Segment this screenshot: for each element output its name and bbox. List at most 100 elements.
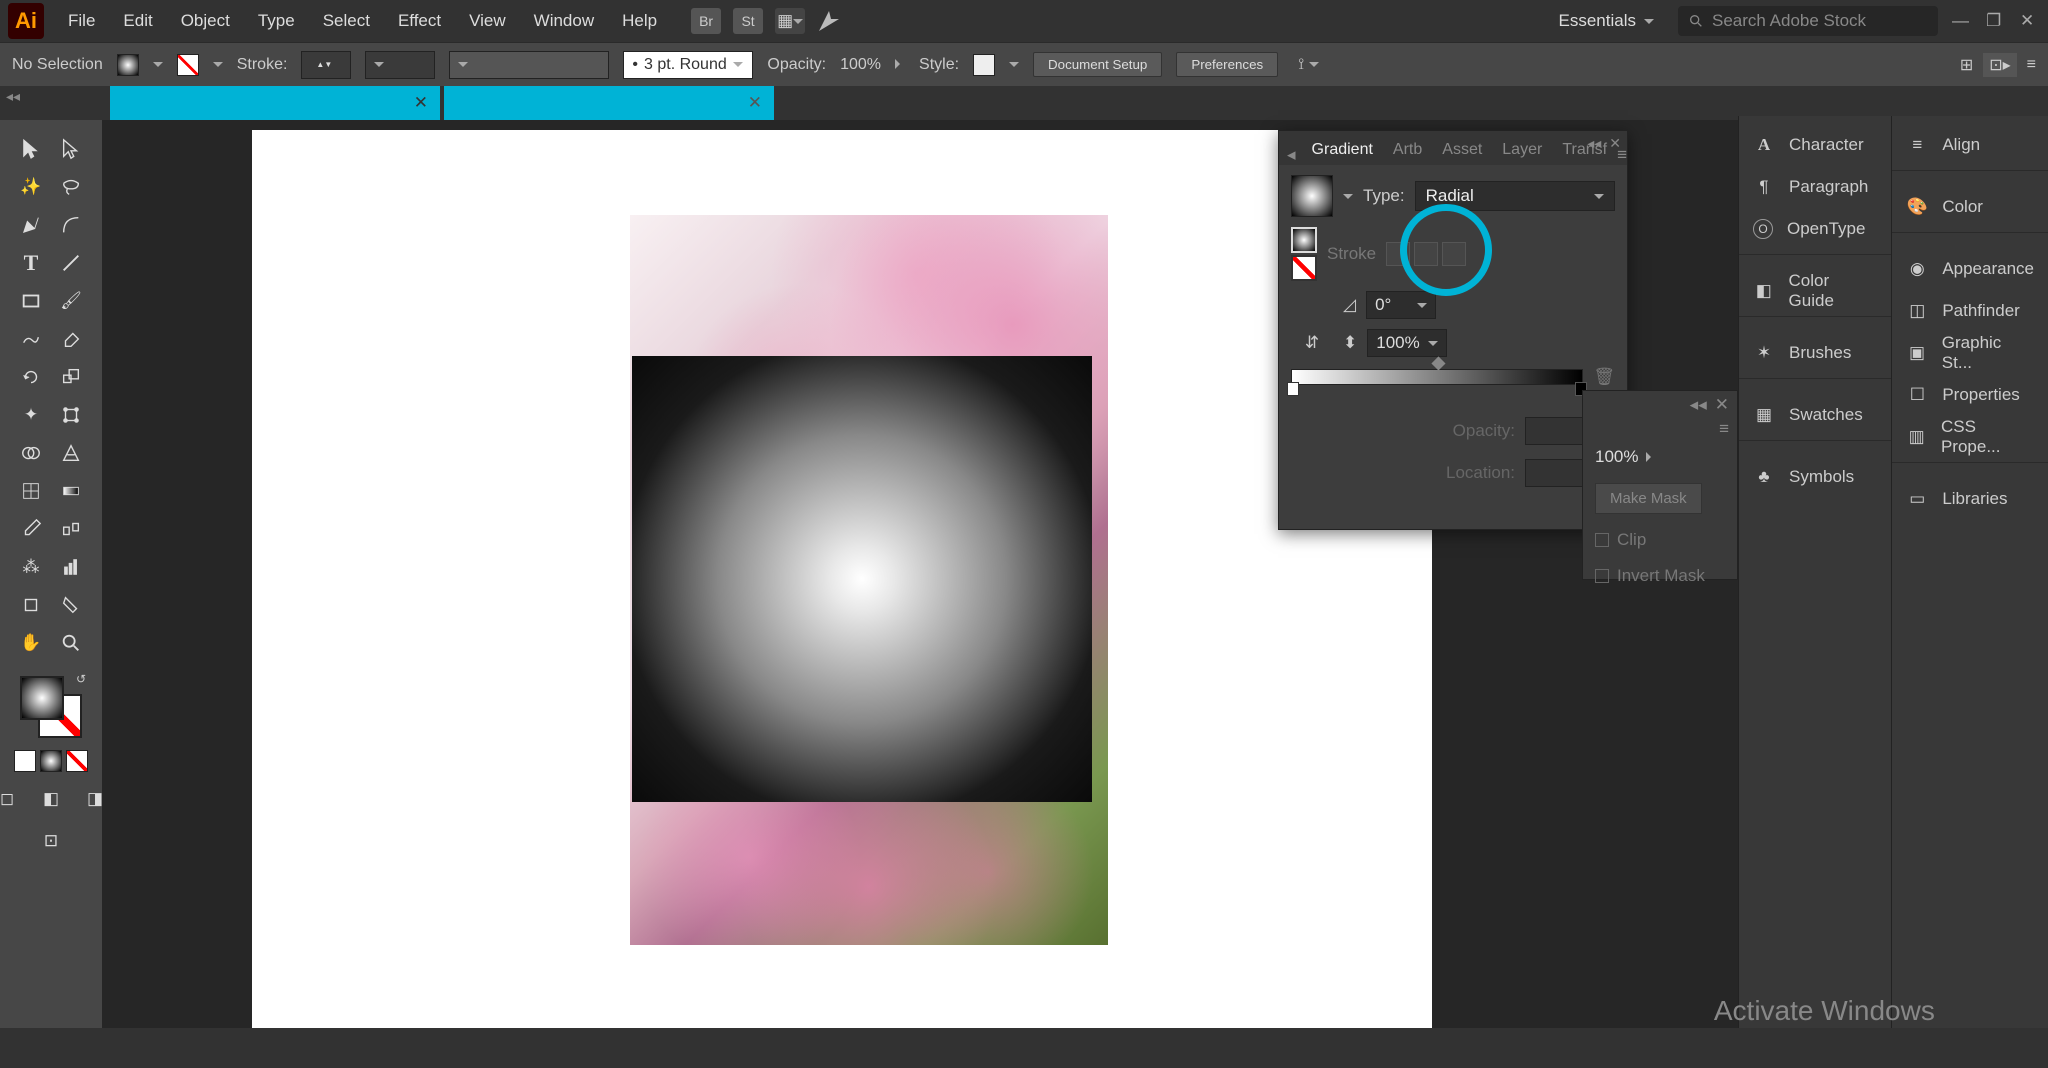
panel-appearance[interactable]: ◉Appearance xyxy=(1892,248,2048,290)
draw-behind[interactable]: ◧ xyxy=(31,780,71,818)
stroke-weight[interactable]: ▲▼ xyxy=(301,51,351,79)
aspect-input[interactable]: 100% xyxy=(1367,329,1447,357)
gradient-slider[interactable] xyxy=(1291,369,1583,385)
make-mask-button[interactable]: Make Mask xyxy=(1595,483,1702,514)
panel-character[interactable]: ACharacter xyxy=(1739,124,1891,166)
rotate-tool[interactable] xyxy=(11,358,51,396)
preferences-button[interactable]: Preferences xyxy=(1176,52,1278,77)
menu-effect[interactable]: Effect xyxy=(384,5,455,37)
panel-graphic-styles[interactable]: ▣Graphic St... xyxy=(1892,332,2048,374)
arrange-docs-icon[interactable]: ▦ xyxy=(775,8,805,34)
align-icon[interactable]: ⟟ xyxy=(1298,56,1318,74)
draw-normal[interactable]: ◻ xyxy=(0,780,27,818)
opacity-flyout[interactable] xyxy=(895,56,905,74)
stock-icon[interactable]: St xyxy=(733,8,763,34)
clip-checkbox[interactable] xyxy=(1595,533,1609,547)
document-tab-2[interactable]: ✕ xyxy=(444,86,774,120)
eyedropper-tool[interactable] xyxy=(11,510,51,548)
stroke-align-2[interactable] xyxy=(1414,242,1438,266)
blend-tool[interactable] xyxy=(51,510,91,548)
close-tab-icon[interactable]: ✕ xyxy=(748,93,762,113)
panel-color-guide[interactable]: ◧Color Guide xyxy=(1739,270,1891,312)
line-tool[interactable] xyxy=(51,244,91,282)
paintbrush-tool[interactable]: 🖌 xyxy=(51,282,91,320)
mesh-tool[interactable] xyxy=(11,472,51,510)
var-width-profile[interactable] xyxy=(365,51,435,79)
shape-builder-tool[interactable] xyxy=(11,434,51,472)
panel-collapse-icon[interactable]: ◂◂ xyxy=(1587,135,1601,152)
tab-gradient[interactable]: Gradient xyxy=(1302,135,1383,165)
tab-layers[interactable]: Layer xyxy=(1492,135,1552,165)
gradient-mode[interactable] xyxy=(40,750,62,772)
pen-tool[interactable] xyxy=(11,206,51,244)
hand-tool[interactable]: ✋ xyxy=(11,624,51,662)
color-mode[interactable] xyxy=(14,750,36,772)
search-stock-input[interactable]: Search Adobe Stock xyxy=(1678,6,1938,36)
magic-wand-tool[interactable]: ✨ xyxy=(11,168,51,206)
stroke-align-1[interactable] xyxy=(1386,242,1410,266)
panel-align[interactable]: ≡Align xyxy=(1892,124,2048,166)
screen-mode[interactable]: ⊡ xyxy=(31,822,71,860)
panel-pathfinder[interactable]: ◫Pathfinder xyxy=(1892,290,2048,332)
gradient-type-select[interactable]: Radial xyxy=(1415,181,1615,211)
ctrl-icon-3[interactable]: ≡ xyxy=(2027,56,2036,74)
bridge-icon[interactable]: Br xyxy=(691,8,721,34)
brush-def[interactable] xyxy=(449,51,609,79)
panel-close-icon[interactable]: ✕ xyxy=(1715,395,1729,415)
panel-close-icon[interactable]: ✕ xyxy=(1609,135,1621,152)
document-setup-button[interactable]: Document Setup xyxy=(1033,52,1162,77)
menu-object[interactable]: Object xyxy=(167,5,244,37)
gpu-icon[interactable] xyxy=(817,9,841,33)
eraser-tool[interactable] xyxy=(51,320,91,358)
lasso-tool[interactable] xyxy=(51,168,91,206)
menu-type[interactable]: Type xyxy=(244,5,309,37)
opacity-value[interactable]: 100% xyxy=(1595,447,1638,467)
style-swatch[interactable] xyxy=(973,54,995,76)
panel-collapse-icon[interactable]: ◂◂ xyxy=(1690,395,1707,415)
gradient-stroke-swatch[interactable] xyxy=(1291,255,1317,281)
panel-color[interactable]: 🎨Color xyxy=(1892,186,2048,228)
none-mode[interactable] xyxy=(66,750,88,772)
menu-file[interactable]: File xyxy=(54,5,109,37)
window-close[interactable]: ✕ xyxy=(2020,11,2040,31)
link-icon[interactable]: ⇵ xyxy=(1291,333,1333,353)
angle-input[interactable]: 0° xyxy=(1366,291,1436,319)
panel-css[interactable]: ▥CSS Prope... xyxy=(1892,416,2048,458)
scale-tool[interactable] xyxy=(51,358,91,396)
panel-symbols[interactable]: ♣Symbols xyxy=(1739,456,1891,498)
window-restore[interactable]: ❐ xyxy=(1986,11,2006,31)
menu-edit[interactable]: Edit xyxy=(109,5,166,37)
menu-help[interactable]: Help xyxy=(608,5,671,37)
free-transform-tool[interactable] xyxy=(51,396,91,434)
selection-tool[interactable] xyxy=(11,130,51,168)
stroke-align-3[interactable] xyxy=(1442,242,1466,266)
shaper-tool[interactable] xyxy=(11,320,51,358)
ctrl-icon-2[interactable]: ⊡▸ xyxy=(1983,53,2016,77)
perspective-tool[interactable] xyxy=(51,434,91,472)
type-tool[interactable]: T xyxy=(11,244,51,282)
invert-mask-checkbox[interactable] xyxy=(1595,569,1609,583)
panel-opentype[interactable]: OOpenType xyxy=(1739,208,1891,250)
curvature-tool[interactable] xyxy=(51,206,91,244)
fill-stroke-control[interactable]: ↺ xyxy=(16,672,86,742)
color-stop-left[interactable] xyxy=(1287,382,1299,396)
close-tab-icon[interactable]: ✕ xyxy=(414,93,428,113)
tab-artboards[interactable]: Artb xyxy=(1383,135,1432,165)
menu-select[interactable]: Select xyxy=(309,5,384,37)
width-tool[interactable]: ✦ xyxy=(11,396,51,434)
zoom-tool[interactable] xyxy=(51,624,91,662)
gradient-rectangle[interactable] xyxy=(632,356,1092,802)
gradient-preview[interactable] xyxy=(1291,175,1333,217)
stroke-profile[interactable]: • 3 pt. Round xyxy=(623,51,753,79)
workspace-switcher[interactable]: Essentials xyxy=(1549,7,1664,35)
window-minimize[interactable]: — xyxy=(1952,11,1972,31)
midpoint-stop[interactable] xyxy=(1432,356,1446,370)
fill-swatch[interactable] xyxy=(117,54,139,76)
opacity-value[interactable]: 100% xyxy=(840,56,881,74)
ctrl-icon-1[interactable]: ⊞ xyxy=(1960,55,1973,75)
direct-selection-tool[interactable] xyxy=(51,130,91,168)
delete-stop-icon[interactable]: 🗑 xyxy=(1593,367,1615,387)
gradient-fill-swatch[interactable] xyxy=(1291,227,1317,253)
menu-view[interactable]: View xyxy=(455,5,520,37)
slice-tool[interactable] xyxy=(51,586,91,624)
